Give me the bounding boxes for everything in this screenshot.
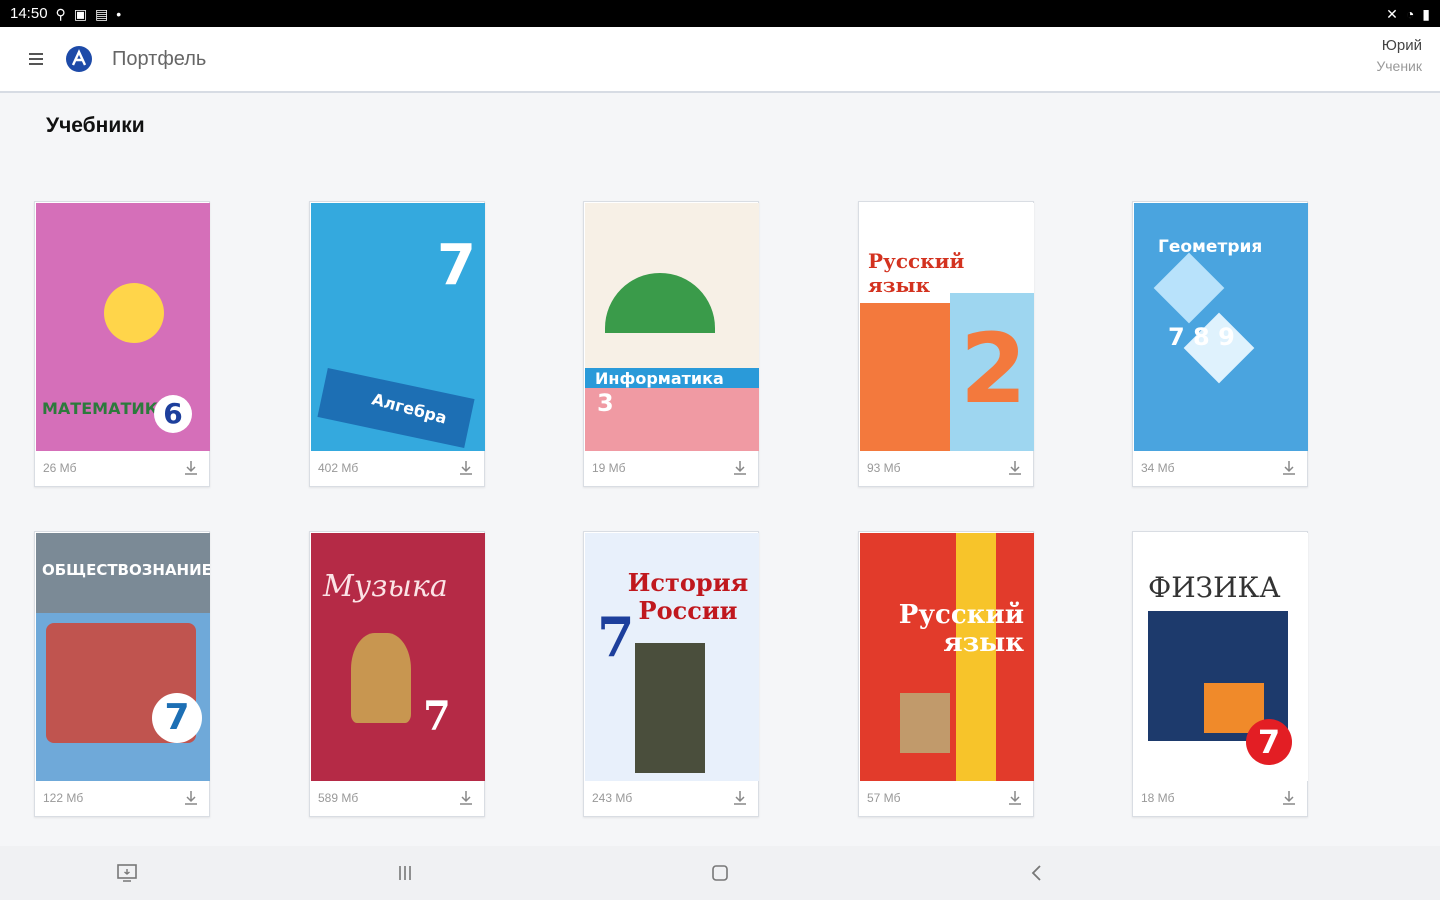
status-bar: 14:50 ⚲ ▣ ▤ • ✕ ◔ ▮ xyxy=(0,0,1440,27)
cover-grade: 3 xyxy=(597,389,614,417)
cover-title: ФИЗИКА xyxy=(1148,571,1281,604)
cover-grade: 7 xyxy=(437,233,476,298)
file-size: 19 Мб xyxy=(592,461,626,475)
cover-title: Русский язык xyxy=(868,249,965,297)
download-icon[interactable] xyxy=(1005,458,1025,478)
file-size: 93 Мб xyxy=(867,461,901,475)
card-footer: 93 Мб xyxy=(859,450,1033,486)
download-icon[interactable] xyxy=(1279,458,1299,478)
cover-title: МАТЕМАТИКА xyxy=(42,399,171,418)
user-name: Юрий xyxy=(1381,37,1422,54)
download-icon[interactable] xyxy=(730,458,750,478)
book-card[interactable]: Информатика 3 19 Мб xyxy=(583,201,759,487)
cover-grade: 7 xyxy=(152,693,202,743)
download-icon[interactable] xyxy=(1279,788,1299,808)
cover-grade: 7 xyxy=(1246,719,1292,765)
file-size: 402 Мб xyxy=(318,461,359,475)
file-size: 26 Мб xyxy=(43,461,77,475)
book-cover: Музыка 7 xyxy=(311,533,485,781)
download-icon[interactable] xyxy=(456,458,476,478)
card-footer: 34 Мб xyxy=(1133,450,1307,486)
cover-grade: 7 xyxy=(597,605,635,669)
card-footer: 402 Мб xyxy=(310,450,484,486)
cover-art xyxy=(635,643,705,773)
cover-grade: 7 xyxy=(423,693,451,740)
book-cover: История России 7 xyxy=(585,533,759,781)
user-profile[interactable]: Юрий Ученик xyxy=(1376,37,1422,74)
screenshot-icon[interactable] xyxy=(112,858,142,888)
app-title: Портфель xyxy=(112,47,207,70)
download-icon[interactable] xyxy=(730,788,750,808)
card-footer: 57 Мб xyxy=(859,780,1033,816)
book-cover: МАТЕМАТИКА 6 xyxy=(36,203,210,451)
menu-icon[interactable] xyxy=(16,39,56,79)
file-size: 18 Мб xyxy=(1141,791,1175,805)
file-size: 243 Мб xyxy=(592,791,633,805)
file-size: 122 Мб xyxy=(43,791,84,805)
back-icon[interactable] xyxy=(1022,858,1052,888)
navigation-bar xyxy=(0,846,1440,900)
book-card[interactable]: Русский язык 57 Мб xyxy=(858,531,1034,817)
book-cover: Русский язык 2 xyxy=(860,203,1034,451)
card-footer: 19 Мб xyxy=(584,450,758,486)
book-card[interactable]: Алгебра 7 402 Мб xyxy=(309,201,485,487)
card-footer: 589 Мб xyxy=(310,780,484,816)
book-card[interactable]: Русский язык 2 93 Мб xyxy=(858,201,1034,487)
book-card[interactable]: Музыка 7 589 Мб xyxy=(309,531,485,817)
book-card[interactable]: МАТЕМАТИКА 6 26 Мб xyxy=(34,201,210,487)
book-cover: Геометрия 7 8 9 xyxy=(1134,203,1308,451)
book-cover: Алгебра 7 xyxy=(311,203,485,451)
wifi-icon: ◔ xyxy=(1405,5,1415,22)
cover-title: ОБЩЕСТВОЗНАНИЕ xyxy=(42,561,210,579)
card-footer: 122 Мб xyxy=(35,780,209,816)
file-size: 589 Мб xyxy=(318,791,359,805)
book-card[interactable]: ОБЩЕСТВОЗНАНИЕ 7 122 Мб xyxy=(34,531,210,817)
cover-title: История России xyxy=(627,568,749,625)
card-footer: 26 Мб xyxy=(35,450,209,486)
cover-art xyxy=(1153,252,1225,324)
app-bar: Портфель Юрий Ученик xyxy=(0,27,1440,93)
textbook-grid: МАТЕМАТИКА 6 26 Мб Алгебра 7 402 Мб Инфо… xyxy=(34,201,1334,821)
card-footer: 243 Мб xyxy=(584,780,758,816)
download-icon[interactable] xyxy=(456,788,476,808)
image-icon: ▤ xyxy=(95,5,109,22)
cover-grade: 2 xyxy=(960,313,1027,425)
cover-title: Русский язык xyxy=(898,600,1024,658)
home-icon[interactable] xyxy=(705,858,735,888)
mute-icon: ✕ xyxy=(1386,5,1398,22)
user-role: Ученик xyxy=(1376,58,1422,74)
book-cover: ФИЗИКА 7 xyxy=(1134,533,1308,781)
file-size: 34 Мб xyxy=(1141,461,1175,475)
book-cover: Информатика 3 xyxy=(585,203,759,451)
cover-title: Музыка xyxy=(323,569,448,604)
cover-grade: 7 8 9 xyxy=(1168,323,1235,351)
cover-grade: 6 xyxy=(154,395,192,433)
book-card[interactable]: ФИЗИКА 7 18 Мб xyxy=(1132,531,1308,817)
battery-icon: ▮ xyxy=(1422,5,1430,22)
card-footer: 18 Мб xyxy=(1133,780,1307,816)
download-icon[interactable] xyxy=(1005,788,1025,808)
gallery-icon: ▣ xyxy=(73,5,88,22)
book-card[interactable]: Геометрия 7 8 9 34 Мб xyxy=(1132,201,1308,487)
book-card[interactable]: История России 7 243 Мб xyxy=(583,531,759,817)
cover-title: Геометрия xyxy=(1158,237,1263,257)
book-cover: Русский язык xyxy=(860,533,1034,781)
file-size: 57 Мб xyxy=(867,791,901,805)
dot-icon: • xyxy=(116,5,122,22)
cover-art xyxy=(104,283,164,343)
recent-apps-icon[interactable] xyxy=(390,858,420,888)
cover-art xyxy=(900,693,950,753)
section-title: Учебники xyxy=(46,114,145,137)
search-icon: ⚲ xyxy=(55,5,66,22)
download-icon[interactable] xyxy=(181,458,201,478)
book-cover: ОБЩЕСТВОЗНАНИЕ 7 xyxy=(36,533,210,781)
status-time: 14:50 xyxy=(10,5,48,22)
cover-art xyxy=(351,633,411,723)
download-icon[interactable] xyxy=(181,788,201,808)
cover-title: Информатика xyxy=(595,369,724,388)
prosveshchenie-logo-icon xyxy=(66,46,92,72)
